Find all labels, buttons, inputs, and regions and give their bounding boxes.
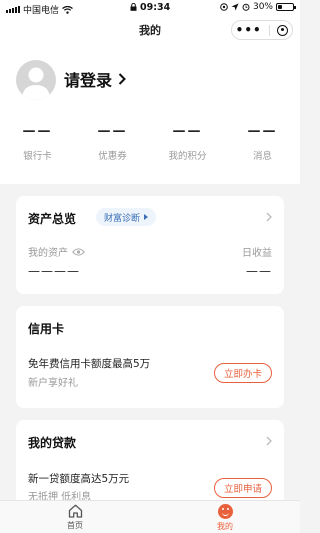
battery-percent: 30% [252,2,273,12]
mini-program-capsule: ••• [231,20,293,40]
stats-row: —— 银行卡 —— 优惠券 —— 我的积分 —— 消息 [0,124,300,162]
avatar[interactable] [16,60,56,100]
assets-title: 资产总览 [28,212,77,226]
lock-icon [130,2,137,11]
chevron-right-icon [266,212,272,222]
chevron-right-icon [118,73,126,85]
credit-card-title: 信用卡 [28,322,65,336]
tab-me-label: 我的 [217,522,233,531]
stat-label: 优惠券 [98,151,127,162]
my-assets-row: 我的资产 [28,244,85,259]
diagnosis-label: 财富诊断 [104,213,141,224]
loans-description: 新一贷额度高达5万元 [28,473,130,485]
triangle-right-icon [144,214,149,220]
daily-income-label: 日收益 [242,248,272,259]
close-target-icon[interactable] [277,24,289,36]
at-icon [220,3,228,11]
stat-bank-cards[interactable]: —— 银行卡 [0,124,75,162]
stat-value: —— [97,124,128,139]
battery-level [278,5,282,9]
my-assets-label: 我的资产 [28,248,68,259]
stat-messages[interactable]: —— 消息 [225,124,300,162]
tab-bar: 首页 我的 [0,500,300,533]
alarm-icon [242,3,250,11]
home-icon [68,504,82,518]
battery-icon [276,3,296,11]
chevron-right-icon [266,436,272,446]
tab-home[interactable]: 首页 [0,501,150,533]
tab-me[interactable]: 我的 [150,501,300,533]
more-icon[interactable]: ••• [236,24,262,36]
my-assets-value: ———— [28,264,80,278]
eye-icon[interactable] [72,247,85,256]
status-bar: 中国电信 09:34 30% [0,0,300,16]
apply-loan-button[interactable]: 立即申请 [213,478,272,498]
status-time: 09:34 [140,2,171,13]
default-avatar-icon [22,67,50,100]
stat-value: —— [172,124,203,139]
tab-home-label: 首页 [67,521,83,530]
daily-income-value: —— [246,264,272,278]
location-icon [231,3,239,11]
status-right: 30% [220,2,296,12]
stat-label: 消息 [252,151,272,162]
profile-face-icon [217,504,233,519]
loans-title: 我的贷款 [28,436,77,450]
stat-value: —— [247,124,278,139]
credit-card-card[interactable]: 信用卡 免年费信用卡额度最高5万 新户享好礼 立即办卡 [16,306,284,408]
stat-points[interactable]: —— 我的积分 [150,124,225,162]
credit-card-subtitle: 新户享好礼 [28,378,78,389]
apply-card-button[interactable]: 立即办卡 [213,363,272,383]
assets-card[interactable]: 资产总览 财富诊断 我的资产 日收益 ———— —— [16,196,284,294]
nav-bar: 我的 ••• [0,16,300,44]
profile-section: 请登录 —— 银行卡 —— 优惠券 —— 我的积分 —— 消息 [0,44,300,184]
stat-coupons[interactable]: —— 优惠券 [75,124,150,162]
wealth-diagnosis-tag[interactable]: 财富诊断 [96,208,157,226]
login-label: 请登录 [64,71,113,90]
stat-label: 银行卡 [23,151,52,162]
credit-card-description: 免年费信用卡额度最高5万 [28,358,151,370]
stat-value: —— [22,124,53,139]
login-link[interactable]: 请登录 [64,67,126,91]
capsule-divider [269,24,270,36]
stat-label: 我的积分 [168,151,207,162]
